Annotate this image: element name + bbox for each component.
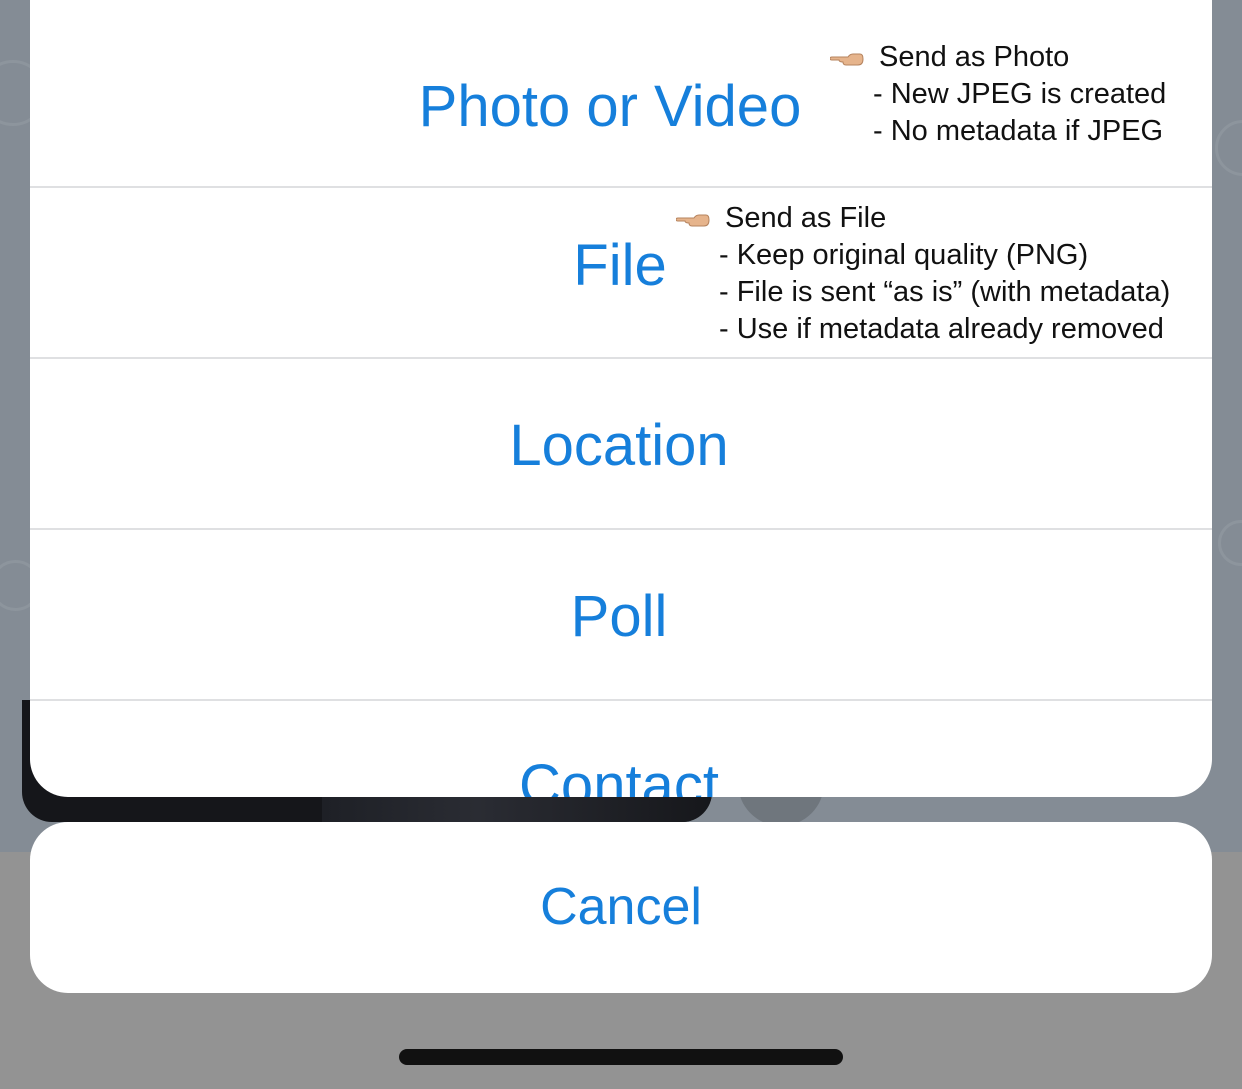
file-annotation: Send as File <box>725 200 886 237</box>
annotation-title: Send as Photo <box>879 41 1070 73</box>
annotation-line: - No metadata if JPEG <box>873 115 1164 147</box>
option-poll[interactable]: Poll <box>30 530 1212 701</box>
cancel-label: Cancel <box>540 878 702 936</box>
background-doodle <box>1218 520 1242 566</box>
photo-annotation: Send as Photo <box>879 39 1069 76</box>
annotation-line: - File is sent “as is” (with metadata) <box>719 276 1171 308</box>
background-doodle <box>1215 120 1242 176</box>
cancel-button[interactable]: Cancel <box>30 822 1212 993</box>
annotation-line: - Use if metadata already removed <box>719 313 1164 345</box>
pointing-hand-icon <box>830 53 864 66</box>
option-location[interactable]: Location <box>30 359 1212 530</box>
option-contact[interactable]: Contact <box>30 701 1212 797</box>
annotation-title: Send as File <box>725 202 887 234</box>
option-label: Contact <box>519 753 719 797</box>
file-annotation-details: - Keep original quality (PNG) - File is … <box>719 237 1170 348</box>
option-label: Poll <box>570 584 668 649</box>
pointing-hand-icon <box>676 214 710 227</box>
attachment-action-sheet: Photo or Video File Location Poll Contac… <box>30 0 1212 797</box>
annotation-line: - Keep original quality (PNG) <box>719 239 1089 271</box>
option-label: Location <box>509 413 729 478</box>
photo-annotation-details: - New JPEG is created - No metadata if J… <box>873 76 1166 150</box>
annotation-line: - New JPEG is created <box>873 78 1167 110</box>
home-indicator[interactable] <box>399 1049 843 1065</box>
